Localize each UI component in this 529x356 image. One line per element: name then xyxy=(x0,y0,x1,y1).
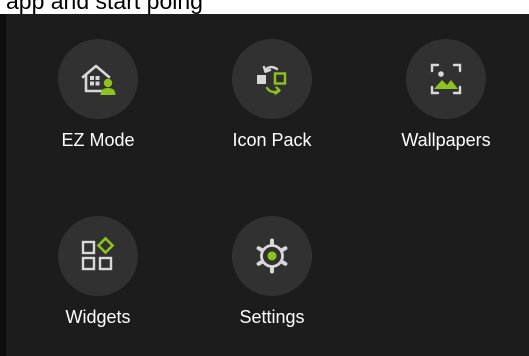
image-frame-icon xyxy=(430,63,462,95)
top-text-strip: app and start poing xyxy=(0,0,529,14)
settings-icon-circle[interactable] xyxy=(232,216,312,296)
icon-pack-tile[interactable]: Icon Pack xyxy=(202,39,342,169)
gear-icon xyxy=(256,238,288,274)
ez-mode-label: EZ Mode xyxy=(61,130,135,150)
wallpapers-tile[interactable]: Wallpapers xyxy=(376,39,516,169)
swap-shapes-icon xyxy=(257,65,287,95)
widgets-tile[interactable]: Widgets xyxy=(28,216,168,346)
options-panel: EZ Mode Icon Pack Wallpapers Widgets Set… xyxy=(0,14,529,356)
home-user-icon xyxy=(81,64,116,95)
cut-off-text: app and start poing xyxy=(6,0,203,14)
widgets-icon-circle[interactable] xyxy=(58,216,138,296)
wallpapers-label: Wallpapers xyxy=(401,130,491,150)
widgets-label: Widgets xyxy=(65,307,131,327)
settings-label: Settings xyxy=(239,307,305,327)
ez-mode-tile[interactable]: EZ Mode xyxy=(28,39,168,169)
widgets-grid-icon xyxy=(81,236,115,271)
wallpapers-icon-circle[interactable] xyxy=(406,39,486,119)
ez-mode-icon-circle[interactable] xyxy=(58,39,138,119)
settings-tile[interactable]: Settings xyxy=(202,216,342,346)
icon-pack-label: Icon Pack xyxy=(232,130,312,150)
icon-pack-icon-circle[interactable] xyxy=(232,39,312,119)
launcher-menu-screen: app and start poing EZ Mode Icon Pack Wa… xyxy=(0,0,529,356)
